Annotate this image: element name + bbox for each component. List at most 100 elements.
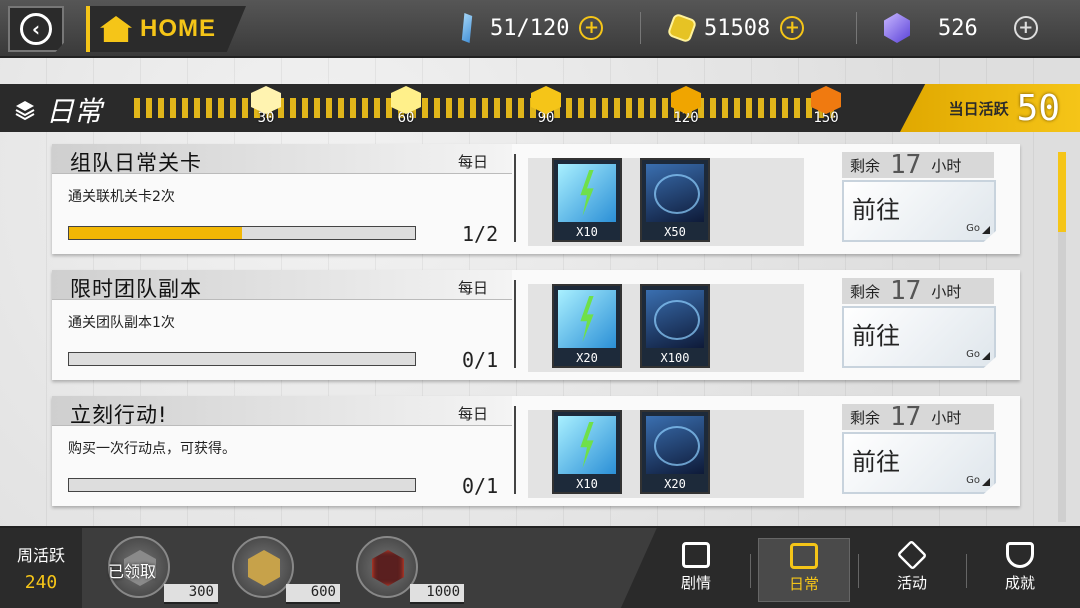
- remain-value: 17: [890, 276, 922, 306]
- add-crystal-button[interactable]: +: [1013, 16, 1038, 40]
- weekly-chest[interactable]: 1000: [356, 534, 464, 604]
- nav-story[interactable]: 剧情: [650, 538, 742, 602]
- task-description: 通关联机关卡2次: [68, 189, 175, 205]
- top-bar: ‹ HOME 51/120 + 51508 + 526 +: [0, 0, 1080, 58]
- reward-qty: X50: [664, 225, 686, 239]
- reward-qty: X20: [576, 351, 598, 365]
- divider: [856, 12, 857, 44]
- time-remaining: 剩余 17 小时: [842, 150, 994, 180]
- add-stamina-button[interactable]: +: [579, 16, 604, 40]
- nav-daily[interactable]: 日常: [758, 538, 850, 602]
- milestone-chest[interactable]: 30: [246, 86, 286, 130]
- activity-title-label: 日常: [46, 95, 103, 128]
- task-frequency: 每日: [458, 405, 489, 423]
- remain-label: 剩余: [850, 156, 881, 175]
- reward-list: X20 X100: [528, 284, 804, 372]
- stamina-value: 51/120: [490, 15, 570, 41]
- divider: [750, 554, 751, 588]
- weekly-chest[interactable]: 已领取 300: [108, 534, 218, 604]
- exp-card-icon: [646, 290, 704, 348]
- go-button[interactable]: 前往 Go: [842, 306, 996, 368]
- go-sub-label: Go: [966, 475, 980, 486]
- exp-card-icon: [646, 416, 704, 474]
- story-icon: [682, 542, 710, 568]
- weekly-activity: 周活跃 240: [0, 528, 82, 608]
- scrollbar-thumb[interactable]: [1058, 152, 1066, 232]
- activity-bar: 日常 30 60 90 120 150 当日活跃 50: [0, 84, 1080, 132]
- crystal-value: 526: [938, 15, 978, 41]
- divider: [640, 12, 641, 44]
- reward-item[interactable]: X50: [640, 158, 710, 242]
- bottom-bar: 周活跃 240 已领取 300 600 1000 剧情 日常 活动 成就: [0, 526, 1080, 608]
- bottom-nav: 剧情 日常 活动 成就: [620, 528, 1080, 608]
- home-button[interactable]: HOME: [86, 6, 246, 52]
- add-gold-button[interactable]: +: [780, 16, 805, 40]
- daily-activity-panel: 当日活跃 50: [900, 84, 1080, 132]
- nav-label: 成就: [1004, 574, 1035, 592]
- milestone-chest[interactable]: 90: [526, 86, 566, 130]
- reward-qty: X10: [576, 225, 598, 239]
- nav-events[interactable]: 活动: [866, 538, 958, 602]
- milestone-chest[interactable]: 150: [806, 86, 846, 130]
- crystal-counter: 526 +: [884, 8, 1038, 48]
- go-label: 前往: [852, 196, 900, 224]
- nav-label: 日常: [788, 575, 819, 593]
- activity-title: 日常: [14, 90, 102, 130]
- task-description: 购买一次行动点，可获得。: [68, 441, 236, 457]
- daily-activity-label: 当日活跃: [948, 99, 1009, 118]
- home-label: HOME: [140, 15, 216, 42]
- task-progress-bar: [68, 352, 416, 366]
- reward-item[interactable]: X100: [640, 284, 710, 368]
- go-sub-label: Go: [966, 223, 980, 234]
- task-frequency: 每日: [458, 279, 489, 297]
- reward-qty: X20: [664, 477, 686, 491]
- weekly-value: 240: [24, 572, 58, 593]
- go-button[interactable]: 前往 Go: [842, 180, 996, 242]
- remain-value: 17: [890, 150, 922, 180]
- go-button[interactable]: 前往 Go: [842, 432, 996, 494]
- back-button[interactable]: ‹: [8, 6, 64, 52]
- reward-qty: X10: [576, 477, 598, 491]
- layers-icon: [14, 99, 36, 121]
- milestone-chest[interactable]: 120: [666, 86, 706, 130]
- task-description: 通关团队副本1次: [68, 315, 175, 331]
- task-progress-bar: [68, 478, 416, 492]
- nav-achievements[interactable]: 成就: [974, 538, 1066, 602]
- claimed-label: 已领取: [108, 562, 157, 581]
- exp-card-icon: [646, 164, 704, 222]
- task-progress-text: 0/1: [462, 348, 499, 372]
- weekly-chest[interactable]: 600: [232, 534, 340, 604]
- divider: [514, 406, 516, 494]
- stamina-vial-icon: [461, 13, 473, 43]
- red-chest-icon: [356, 536, 418, 598]
- reward-item[interactable]: X10: [552, 410, 622, 494]
- task-name: 立刻行动!: [70, 403, 168, 427]
- remain-unit: 小时: [931, 156, 962, 175]
- go-sub-label: Go: [966, 349, 980, 360]
- reward-item[interactable]: X20: [552, 284, 622, 368]
- task-name: 限时团队副本: [70, 277, 202, 301]
- milestone-chest[interactable]: 60: [386, 86, 426, 130]
- energy-bolt-icon: [558, 290, 616, 348]
- corner-arrow-icon: [982, 478, 990, 486]
- chest-threshold: 600: [286, 584, 340, 604]
- reward-item[interactable]: X20: [640, 410, 710, 494]
- divider: [514, 154, 516, 242]
- gold-value: 51508: [704, 15, 771, 41]
- nav-label: 剧情: [680, 574, 711, 592]
- home-icon: [100, 16, 132, 42]
- daily-activity-value: 50: [1016, 87, 1060, 129]
- gold-coin-icon: [666, 12, 698, 44]
- chest-threshold: 300: [164, 584, 218, 604]
- remain-value: 17: [890, 402, 922, 432]
- task-progress-text: 0/1: [462, 474, 499, 498]
- progress-fill: [69, 227, 242, 239]
- corner-arrow-icon: [982, 226, 990, 234]
- event-diamond-icon: [896, 539, 928, 571]
- energy-bolt-icon: [558, 416, 616, 474]
- reward-item[interactable]: X10: [552, 158, 622, 242]
- divider: [858, 554, 859, 588]
- purple-crystal-icon: [884, 13, 910, 43]
- stamina-counter: 51/120 +: [454, 8, 604, 48]
- energy-bolt-icon: [558, 164, 616, 222]
